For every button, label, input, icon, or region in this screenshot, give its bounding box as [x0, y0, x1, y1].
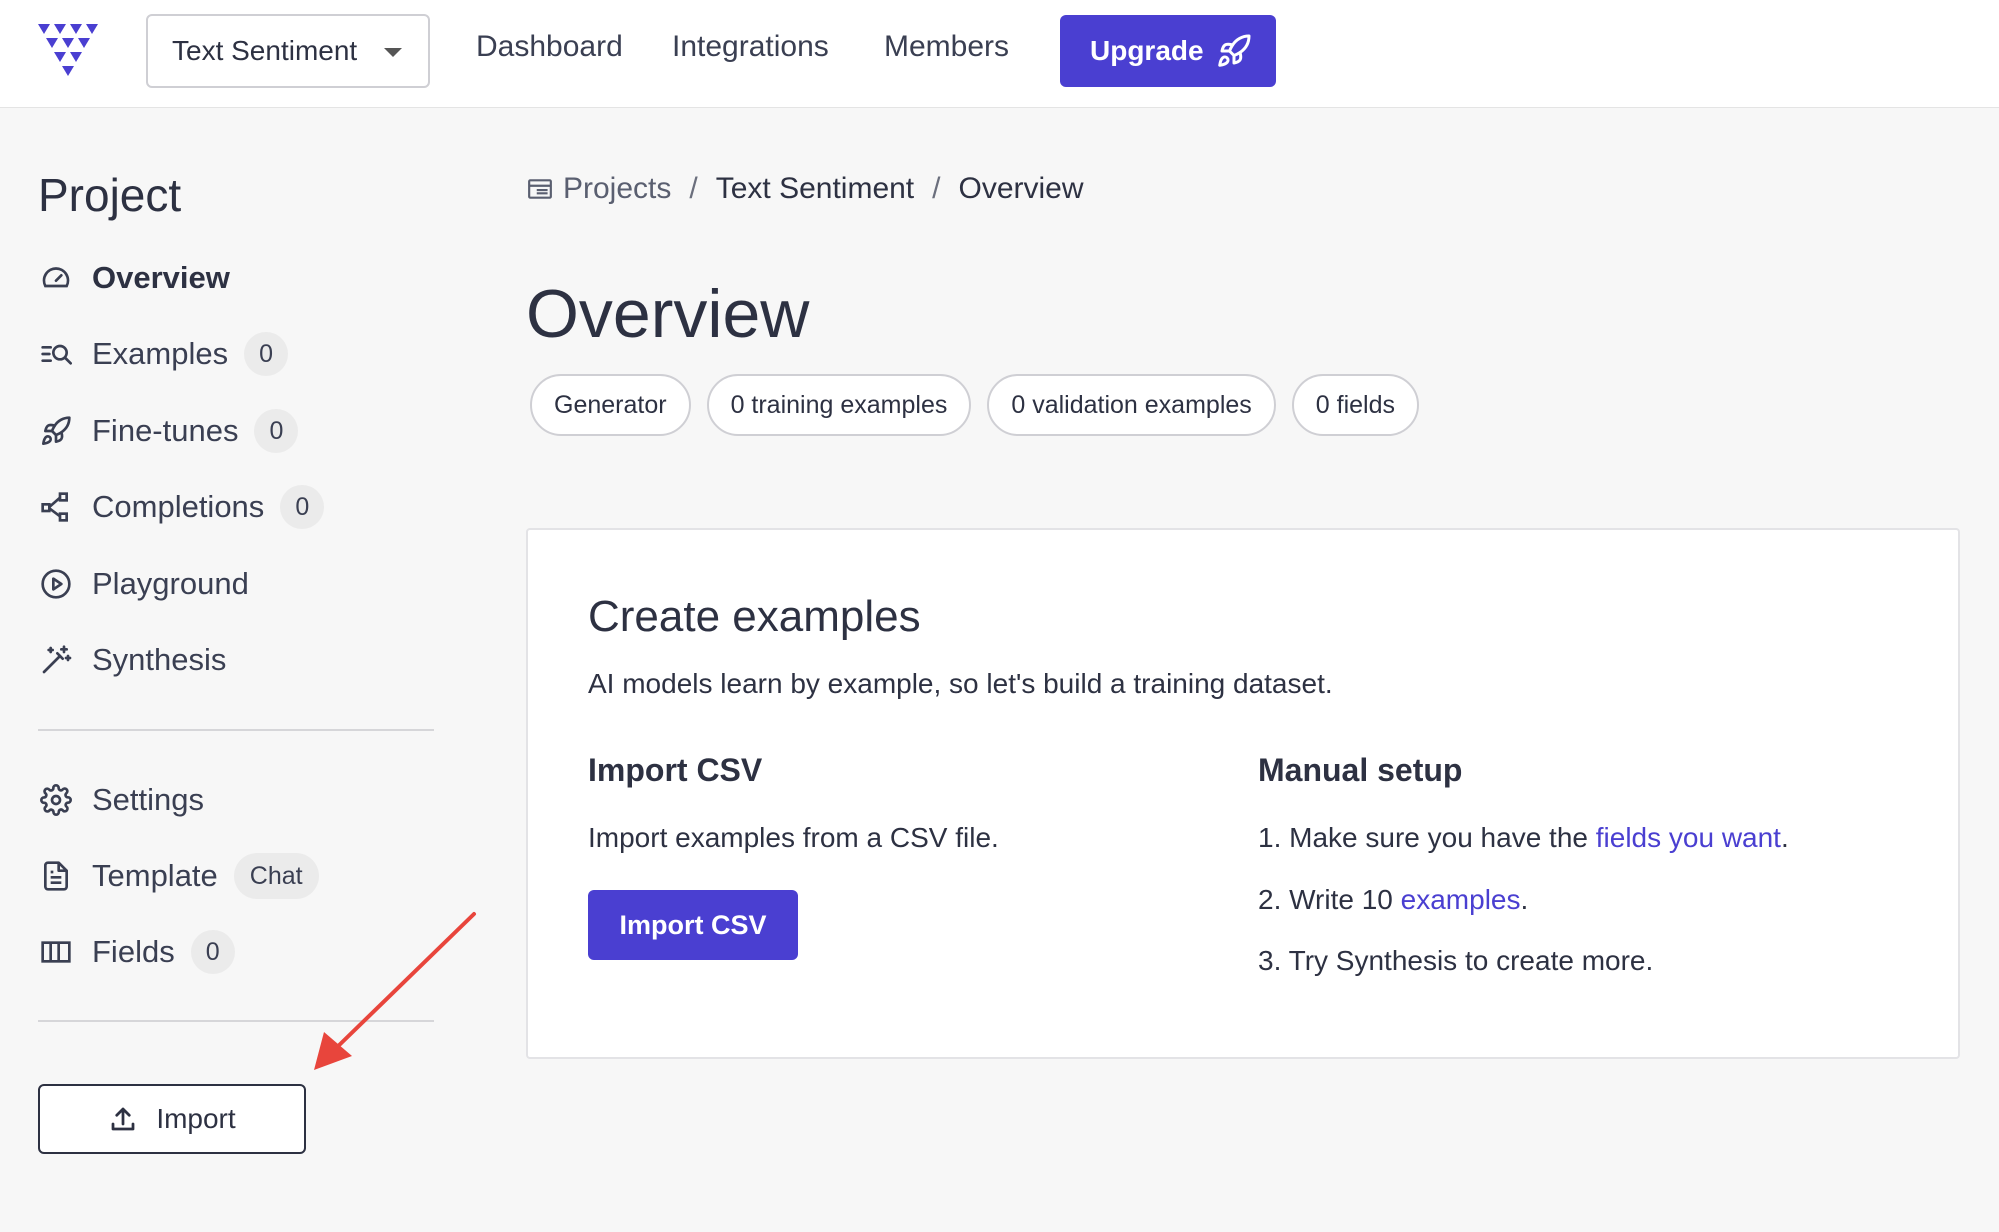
step-text: . [1520, 884, 1529, 915]
training-examples-pill: 0 training examples [706, 374, 972, 436]
nav-members[interactable]: Members [884, 30, 1009, 64]
breadcrumb: Projects / Text Sentiment / Overview [527, 172, 1084, 206]
project-type-pill: Generator [530, 374, 691, 436]
create-examples-card: Create examples AI models learn by examp… [526, 528, 1960, 1059]
sidebar-item-completions[interactable]: Completions 0 [38, 481, 325, 533]
breadcrumb-current: Overview [958, 172, 1084, 205]
import-csv-heading: Import CSV [588, 752, 763, 788]
sidebar-item-label: Settings [92, 782, 205, 817]
project-selector-label: Text Sentiment [172, 35, 358, 66]
upgrade-button[interactable]: Upgrade [1060, 15, 1276, 87]
sidebar-item-fields[interactable]: Fields 0 [38, 926, 235, 978]
manual-step-3: 3. Try Synthesis to create more. [1258, 945, 1654, 976]
sidebar-item-playground[interactable]: Playground [38, 558, 249, 610]
sidebar-item-fine-tunes[interactable]: Fine-tunes 0 [38, 405, 299, 457]
fields-link[interactable]: fields you want [1596, 822, 1781, 853]
annotation-arrow-icon [314, 912, 476, 1070]
top-bar: Text Sentiment Dashboard Integrations Me… [0, 0, 1999, 108]
app-logo[interactable] [36, 20, 100, 80]
manual-setup-heading: Manual setup [1258, 752, 1463, 788]
breadcrumb-separator: / [932, 172, 941, 205]
sidebar-item-label: Template [92, 858, 218, 893]
import-csv-description: Import examples from a CSV file. [588, 822, 999, 853]
template-type-badge: Chat [233, 853, 319, 899]
nav-integrations[interactable]: Integrations [672, 30, 829, 64]
sidebar-item-template[interactable]: Template Chat [38, 850, 319, 902]
sidebar-item-examples[interactable]: Examples 0 [38, 328, 289, 380]
nav-dashboard[interactable]: Dashboard [476, 30, 623, 64]
document-icon [38, 858, 74, 894]
manual-step-1: 1. Make sure you have the fields you wan… [1258, 822, 1789, 854]
share-nodes-icon [38, 489, 74, 525]
sidebar-item-settings[interactable]: Settings [38, 774, 204, 826]
list-search-icon [38, 336, 74, 372]
card-subtitle: AI models learn by example, so let's bui… [588, 668, 1333, 699]
chevron-down-icon [384, 48, 402, 57]
fields-pill: 0 fields [1291, 374, 1419, 436]
sidebar-item-label: Overview [92, 260, 230, 295]
breadcrumb-projects[interactable]: Projects [563, 172, 671, 206]
breadcrumb-project[interactable]: Text Sentiment [716, 172, 914, 206]
sidebar-item-label: Playground [92, 566, 249, 601]
sidebar-item-label: Synthesis [92, 642, 227, 677]
upgrade-label: Upgrade [1090, 35, 1204, 66]
projects-icon [528, 179, 552, 199]
count-badge: 0 [190, 930, 235, 974]
gauge-icon [38, 260, 74, 296]
step-text: 1. Make sure you have the [1258, 822, 1596, 853]
card-title: Create examples [588, 592, 921, 641]
step-text: 2. Write 10 [1258, 884, 1401, 915]
import-button[interactable]: Import [38, 1084, 306, 1154]
rocket-icon [38, 413, 74, 449]
sidebar-heading: Project [38, 169, 182, 221]
columns-icon [38, 934, 74, 970]
project-selector[interactable]: Text Sentiment [146, 14, 430, 88]
rocket-icon [1218, 34, 1251, 67]
count-badge: 0 [254, 409, 299, 453]
manual-step-2: 2. Write 10 examples. [1258, 884, 1528, 916]
validation-examples-pill: 0 validation examples [987, 374, 1276, 436]
magic-wand-icon [38, 642, 74, 678]
play-circle-icon [38, 566, 74, 602]
count-badge: 0 [244, 332, 289, 376]
sidebar-item-label: Examples [92, 336, 229, 371]
import-csv-button[interactable]: Import CSV [588, 890, 798, 960]
sidebar-item-overview[interactable]: Overview [38, 252, 230, 304]
count-badge: 0 [280, 485, 325, 529]
sidebar-item-label: Fine-tunes [92, 413, 239, 448]
upload-icon [111, 1107, 135, 1131]
sidebar-item-label: Fields [92, 934, 175, 969]
step-text: . [1780, 822, 1789, 853]
sidebar-item-label: Completions [92, 489, 265, 524]
page-title: Overview [526, 276, 810, 352]
project-stats: Generator 0 training examples 0 validati… [530, 374, 1435, 436]
gear-icon [38, 782, 74, 818]
breadcrumb-separator: / [689, 172, 698, 205]
sidebar-divider [38, 729, 434, 731]
examples-link[interactable]: examples [1401, 884, 1521, 915]
sidebar-item-synthesis[interactable]: Synthesis [38, 634, 226, 686]
import-label: Import [156, 1103, 236, 1134]
